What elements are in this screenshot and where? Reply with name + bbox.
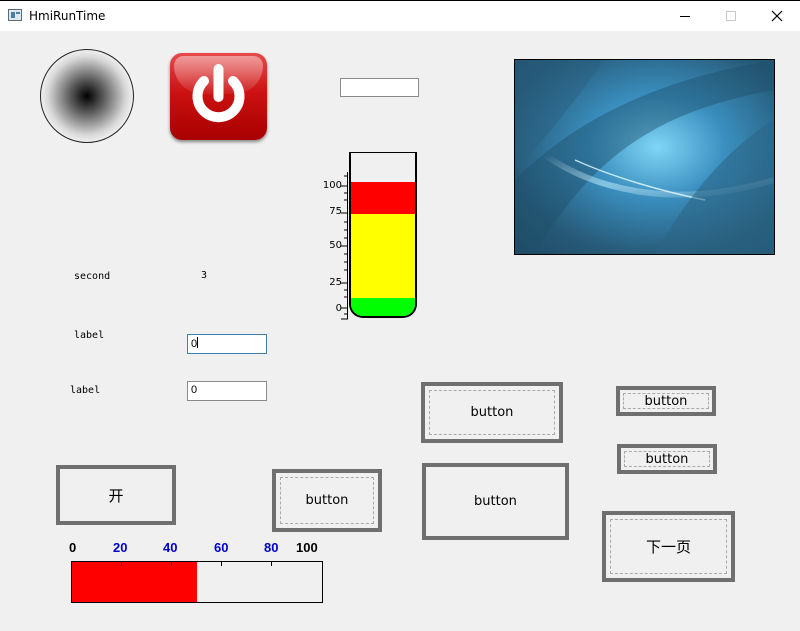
wallpaper-graphic xyxy=(515,60,774,254)
tube-fill-mid xyxy=(351,214,415,298)
button-b[interactable]: button xyxy=(421,382,563,443)
radial-knob-icon[interactable] xyxy=(40,49,134,143)
window-title: HmiRunTime xyxy=(29,9,106,23)
button-a-label: button xyxy=(305,493,349,508)
minimize-button[interactable] xyxy=(662,1,708,31)
tube-tick-0: 0 xyxy=(335,303,342,314)
button-b-label: button xyxy=(470,405,514,420)
tube-fill-low xyxy=(351,298,415,316)
text-caret xyxy=(197,337,199,348)
maximize-button[interactable] xyxy=(708,1,754,31)
second-label: second xyxy=(74,271,111,282)
scale-tick-80: 80 xyxy=(264,540,279,555)
scale-tick-100: 100 xyxy=(296,540,318,555)
second-value: 3 xyxy=(201,270,208,281)
next-page-button[interactable]: 下一页 xyxy=(602,511,735,582)
tube-scale-ticks xyxy=(341,172,348,320)
scale-tick-0: 0 xyxy=(69,540,77,555)
tube-tick-75: 75 xyxy=(329,206,342,217)
tube-fill-high xyxy=(351,182,415,214)
close-button[interactable] xyxy=(754,1,800,31)
button-a[interactable]: button xyxy=(272,469,382,532)
scale-bar-ticks xyxy=(121,561,272,566)
scale-tick-20: 20 xyxy=(113,540,128,555)
scale-bar-fill xyxy=(72,562,197,602)
top-text-input[interactable] xyxy=(340,78,419,97)
input-field-2-value: 0 xyxy=(191,384,198,396)
close-icon xyxy=(771,10,783,22)
button-c[interactable]: button xyxy=(422,463,569,540)
scale-tick-60: 60 xyxy=(214,540,229,555)
abstract-blue-wallpaper-image xyxy=(514,59,775,255)
kai-button-label: 开 xyxy=(108,486,124,505)
power-button[interactable] xyxy=(170,53,267,140)
input-field-1[interactable]: 0 xyxy=(187,334,267,354)
kai-button[interactable]: 开 xyxy=(56,465,176,525)
next-page-label: 下一页 xyxy=(645,538,691,556)
horizontal-scale-bar xyxy=(71,561,323,603)
button-d-label: button xyxy=(644,393,688,409)
tube-scale xyxy=(341,172,349,320)
button-c-label: button xyxy=(474,494,517,509)
button-e[interactable]: button xyxy=(617,444,717,474)
tube-tick-100: 100 xyxy=(322,180,342,191)
minimize-icon xyxy=(680,16,690,17)
power-icon xyxy=(192,64,245,123)
title-bar: HmiRunTime xyxy=(0,0,800,31)
scale-tick-40: 40 xyxy=(163,540,178,555)
maximize-icon xyxy=(726,11,736,21)
tube-level-gauge xyxy=(349,152,417,318)
label-2: label xyxy=(70,385,101,396)
tube-tick-50: 50 xyxy=(329,240,342,251)
label-1: label xyxy=(74,330,105,341)
button-d[interactable]: button xyxy=(616,386,716,416)
tube-tick-25: 25 xyxy=(329,277,342,288)
app-icon xyxy=(8,9,22,21)
input-field-2[interactable]: 0 xyxy=(187,381,267,401)
button-e-label: button xyxy=(645,451,689,467)
